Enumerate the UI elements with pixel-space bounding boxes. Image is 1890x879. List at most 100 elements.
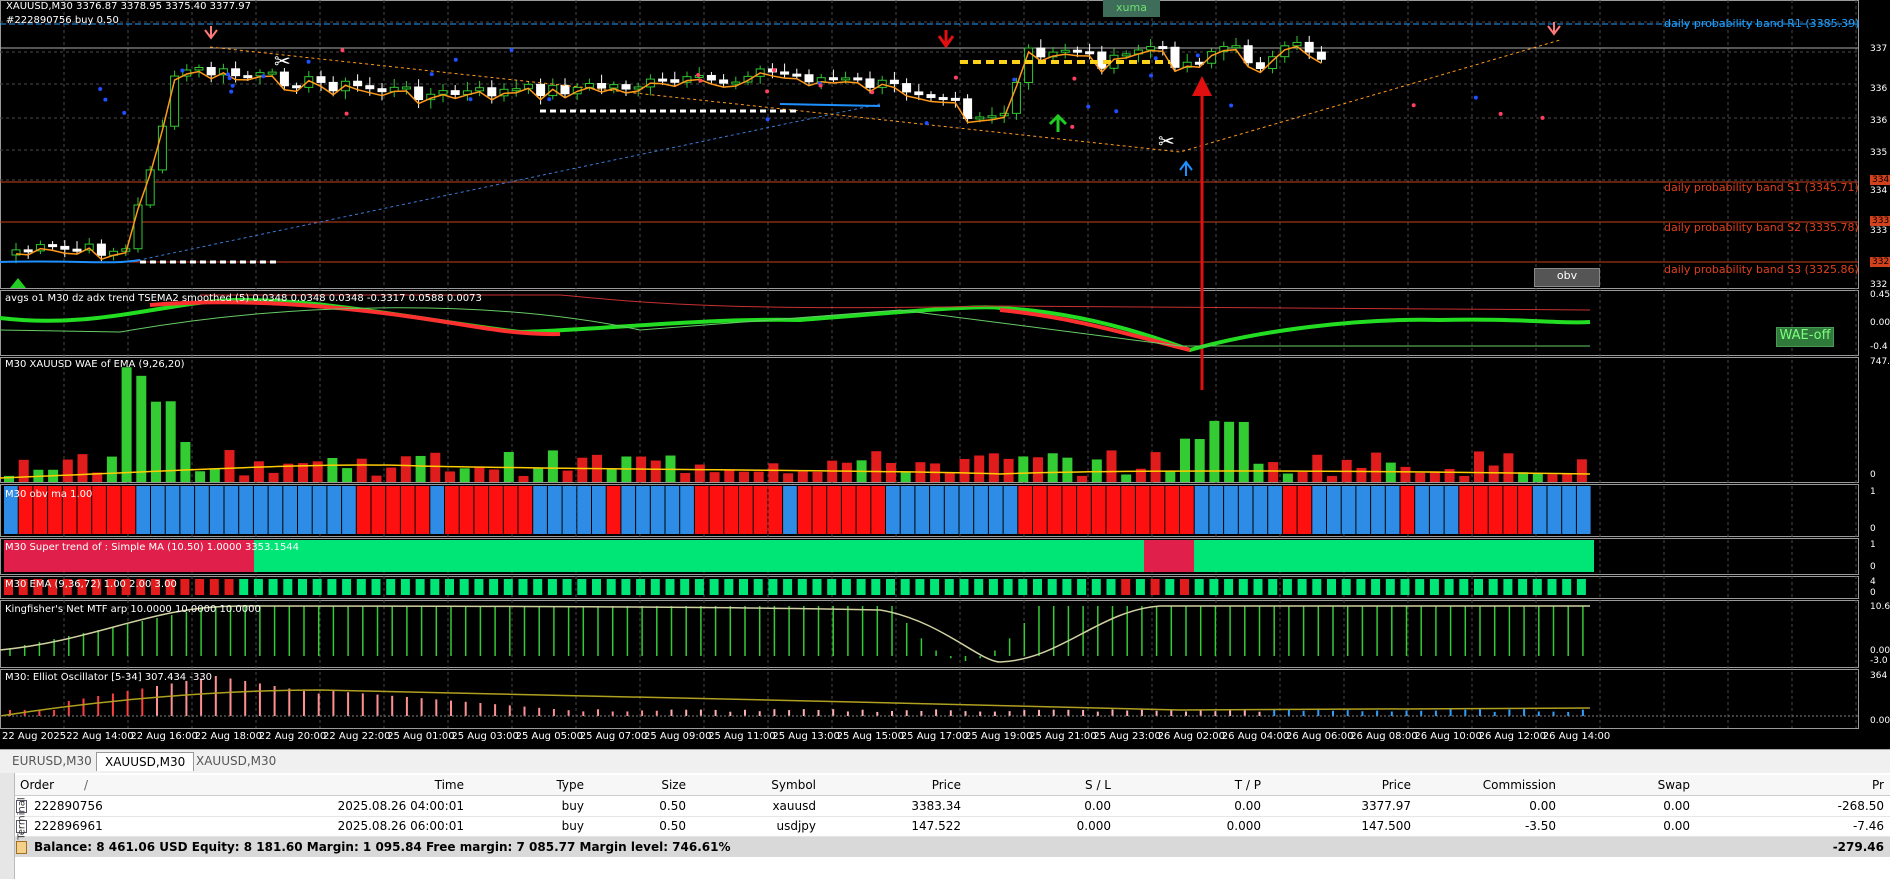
wae-histogram-bar <box>753 471 764 482</box>
chart-canvas[interactable]: ✂✂ <box>0 0 1890 748</box>
ema-block <box>445 579 454 595</box>
column-header-profit[interactable]: Pr <box>1750 775 1884 795</box>
xuma-button[interactable]: xuma <box>1103 0 1160 17</box>
time-axis-label: 26 Aug 02:00 <box>1157 731 1226 742</box>
ema-block <box>900 579 910 595</box>
order-swap: 0.00 <box>1663 799 1690 813</box>
ema-block <box>606 579 616 595</box>
obv-block <box>1356 486 1371 534</box>
wae-off-button[interactable]: WAE-off <box>1776 327 1834 347</box>
obv-block <box>121 486 136 534</box>
wae-histogram-bar <box>1415 472 1426 482</box>
column-header-sl[interactable]: S / L <box>971 775 1111 795</box>
table-header: Order / Time Type Size Symbol Price S / … <box>14 775 1890 796</box>
order-open-price: 3383.34 <box>911 799 961 813</box>
obv-block <box>224 486 239 534</box>
column-header-commission[interactable]: Commission <box>1421 775 1556 795</box>
candle-body <box>950 97 960 101</box>
column-header-order[interactable]: Order <box>20 775 54 795</box>
ema-block <box>1282 579 1292 595</box>
obv-block <box>1400 486 1415 534</box>
obv-block <box>1282 486 1297 534</box>
ema-block <box>944 579 954 595</box>
signal-dot <box>1411 103 1416 108</box>
ema-block <box>283 579 293 595</box>
ema-block <box>1474 579 1483 595</box>
signal-dot <box>1072 76 1077 81</box>
table-row[interactable]: 222890756 2025.08.26 04:00:01 buy 0.50 x… <box>14 796 1890 817</box>
signal-dot <box>1114 109 1119 114</box>
tab-xauusd-m30-active[interactable]: XAUUSD,M30 <box>96 752 195 771</box>
ema-block <box>1003 579 1013 595</box>
obv-block <box>1047 486 1062 534</box>
terminal-panel: Order / Time Type Size Symbol Price S / … <box>0 773 1890 879</box>
obv-block <box>209 486 224 534</box>
column-header-size[interactable]: Size <box>594 775 686 795</box>
ema-block <box>812 579 822 595</box>
candle-body <box>536 83 546 97</box>
order-swap: 0.00 <box>1663 819 1690 833</box>
obv-block <box>386 486 400 534</box>
blue-ma-line <box>0 259 141 264</box>
wae-histogram-bar <box>1400 466 1411 482</box>
ema-block <box>1532 579 1542 595</box>
column-header-swap[interactable]: Swap <box>1566 775 1690 795</box>
ema-block <box>1224 579 1234 595</box>
price-axis-label: 335 <box>1870 148 1888 158</box>
time-axis-label: 25 Aug 09:00 <box>644 731 712 742</box>
ema-block <box>195 579 205 595</box>
candle-body <box>670 79 680 83</box>
ema-block <box>1518 579 1528 595</box>
obv-block <box>430 486 444 534</box>
wae-histogram-bar <box>474 467 485 482</box>
column-header-symbol[interactable]: Symbol <box>694 775 816 795</box>
wae-histogram-bar <box>371 475 382 482</box>
ema-block <box>298 579 307 595</box>
candle-body <box>780 71 790 75</box>
ema-block <box>562 579 572 595</box>
obv-block <box>1532 486 1547 534</box>
column-header-current-price[interactable]: Price <box>1271 775 1411 795</box>
order-open-price: 147.522 <box>911 819 961 833</box>
obv-block <box>1518 486 1532 534</box>
ema-block <box>797 579 807 595</box>
chart-tabs: EURUSD,M30 XAUUSD,M30 XAUUSD,M30 <box>0 749 1890 773</box>
obv-block <box>768 486 783 534</box>
obv-block <box>1576 486 1591 534</box>
candle-body <box>377 88 387 93</box>
ema-block <box>1562 579 1572 595</box>
column-header-price[interactable]: Price <box>826 775 961 795</box>
tab-xauusd-m30[interactable]: XAUUSD,M30 <box>188 752 284 770</box>
wae-histogram-bar <box>415 455 426 482</box>
chart-area[interactable]: ✂ ✂ XAUUSD,M30 3376.87 3378.95 3375.40 33… <box>0 0 1890 748</box>
pane-axis-label: 0.00 <box>1870 318 1890 328</box>
ema-block <box>1268 579 1278 595</box>
ema-block <box>694 579 704 595</box>
order-profit: -7.46 <box>1852 819 1884 833</box>
column-header-type[interactable]: Type <box>474 775 584 795</box>
candle-body <box>206 66 216 76</box>
time-axis-label: 25 Aug 03:00 <box>451 731 519 742</box>
wae-histogram-bar <box>1018 456 1029 482</box>
column-header-time[interactable]: Time <box>194 775 464 795</box>
obv-block <box>753 486 768 534</box>
tab-eurusd-m30[interactable]: EURUSD,M30 <box>4 752 100 770</box>
obv-block <box>459 486 474 534</box>
pane-label-obv: M30 obv ma 1.00 <box>5 489 93 500</box>
candle-body <box>1146 46 1156 51</box>
candle-body <box>72 248 82 252</box>
ema-block <box>489 579 499 595</box>
signal-dot <box>340 48 345 53</box>
ema-block <box>386 579 396 595</box>
obv-block <box>165 486 180 534</box>
pane-axis-label: -3.0 <box>1870 656 1888 666</box>
obv-block <box>1121 486 1135 534</box>
order-id: 222896961 <box>34 819 103 833</box>
table-row[interactable]: 222896961 2025.08.26 06:00:01 buy 0.50 u… <box>14 816 1890 837</box>
signal-dot <box>468 97 473 102</box>
time-axis-label: 26 Aug 08:00 <box>1350 731 1418 742</box>
supertrend-bear-zone <box>1144 540 1194 572</box>
column-header-tp[interactable]: T / P <box>1121 775 1261 795</box>
obv-button[interactable]: obv <box>1534 268 1600 287</box>
signal-dot <box>98 86 103 91</box>
